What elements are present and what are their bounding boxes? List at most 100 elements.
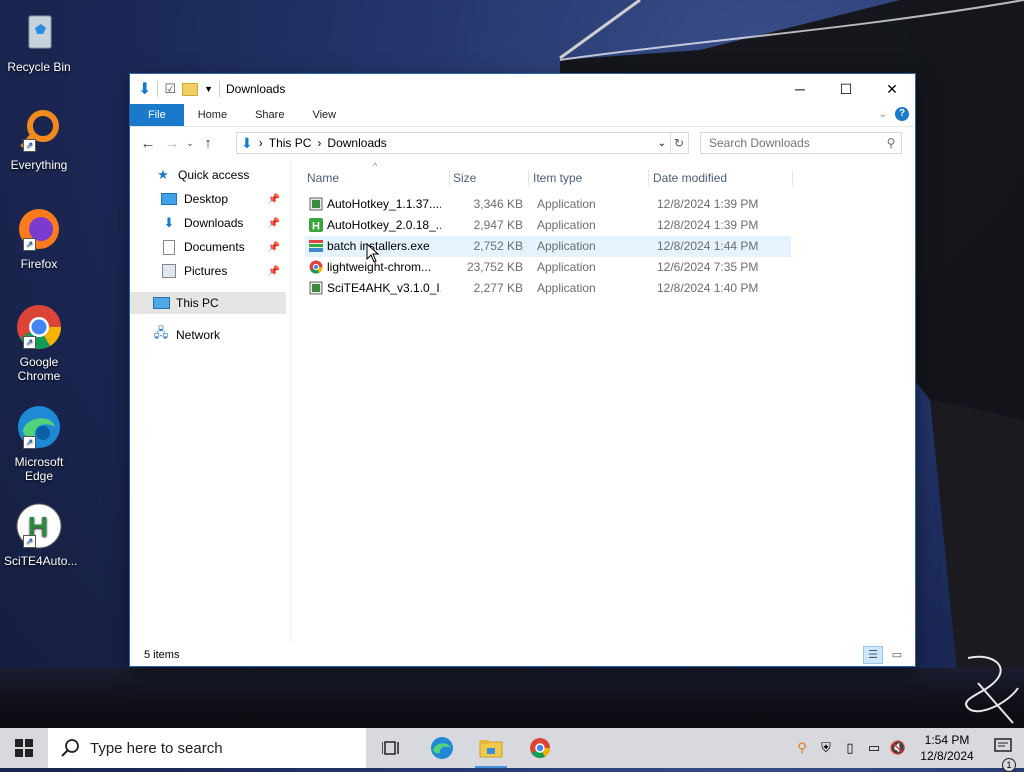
customize-qa-dropdown-icon[interactable]: ▼	[204, 84, 213, 94]
start-button[interactable]	[0, 728, 48, 768]
file-type: Application	[537, 239, 596, 253]
taskbar-chrome-button[interactable]	[516, 728, 564, 768]
file-row[interactable]: AutoHotkey_1.1.37.... 3,346 KB Applicati…	[305, 194, 791, 215]
scite-icon	[309, 281, 323, 295]
nav-downloads[interactable]: ⬇ Downloads 📌	[160, 212, 286, 234]
task-view-icon	[382, 741, 399, 755]
nav-label: Desktop	[184, 192, 229, 206]
task-view-button[interactable]	[368, 728, 416, 768]
pin-icon[interactable]: 📌	[268, 218, 280, 229]
address-bar[interactable]: ⬇ › This PC › Downloads ⌄	[236, 132, 671, 154]
shortcut-arrow-icon: ↗	[23, 436, 36, 449]
column-header-date-modified[interactable]: Date modified	[653, 168, 793, 188]
notification-count-badge: 1	[1002, 757, 1016, 772]
file-explorer-icon	[479, 740, 503, 758]
expand-ribbon-chevron-icon[interactable]: ⌄	[879, 109, 887, 120]
search-input[interactable]	[701, 135, 881, 151]
desktop-icon-label: Google Chrome	[17, 355, 61, 383]
window-title: Downloads	[225, 82, 286, 96]
file-size: 2,752 KB	[473, 239, 523, 253]
downloads-arrow-icon: ⬇	[241, 134, 253, 151]
column-header-size[interactable]: Size	[453, 168, 529, 188]
tab-file[interactable]: File	[130, 104, 184, 126]
file-type: Application	[537, 281, 596, 295]
breadcrumb-separator-icon[interactable]: ›	[259, 136, 263, 150]
title-bar[interactable]: ⬇ ☑ ▼ Downloads ─ ☐ ✕	[130, 74, 915, 104]
desktop-icon-scite4autohotkey[interactable]: H ↗ SciTE4Auto...	[4, 502, 77, 568]
network-monitor-icon[interactable]: ▭	[862, 740, 886, 756]
file-size: 2,277 KB	[473, 281, 523, 295]
back-button[interactable]: ←	[136, 135, 160, 152]
breadcrumb-downloads[interactable]: Downloads	[327, 136, 386, 150]
windows-logo-icon	[15, 739, 33, 757]
new-folder-icon[interactable]	[182, 82, 199, 96]
taskbar-edge-button[interactable]	[418, 728, 466, 768]
pin-icon[interactable]: 📌	[268, 266, 280, 277]
address-dropdown-icon[interactable]: ⌄	[658, 138, 666, 149]
nav-pictures[interactable]: Pictures 📌	[160, 260, 286, 282]
chrome-icon	[309, 260, 323, 274]
tab-view[interactable]: View	[298, 104, 350, 126]
file-date: 12/8/2024 1:39 PM	[657, 218, 759, 232]
desktop-folder-icon	[160, 191, 178, 207]
address-row: ← → ⌄ ↑ ⬇ › This PC › Downloads ⌄ ↻ ⚲	[130, 127, 915, 159]
file-row[interactable]: SciTE4AHK_v3.1.0_I... 2,277 KB Applicati…	[305, 278, 791, 299]
breadcrumb-this-pc[interactable]: This PC	[269, 136, 312, 150]
close-button[interactable]: ✕	[869, 74, 915, 104]
column-header-name[interactable]: ^ Name	[305, 161, 450, 188]
desktop-icon-everything[interactable]: ↗ Everything	[4, 106, 74, 172]
refresh-button[interactable]: ↻	[670, 132, 689, 154]
nav-quick-access[interactable]: ★ Quick access	[154, 164, 310, 186]
ribbon-tabs: File Home Share View ⌄ ?	[130, 104, 915, 127]
file-explorer-window: ⬇ ☑ ▼ Downloads ─ ☐ ✕ File Home Share Vi…	[130, 74, 915, 666]
nav-label: Documents	[184, 240, 245, 254]
security-shield-icon[interactable]: ⛨	[814, 740, 838, 756]
file-row[interactable]: H AutoHotkey_2.0.18_... 2,947 KB Applica…	[305, 215, 791, 236]
desktop-icon-label: Microsoft Edge	[14, 455, 64, 483]
nav-this-pc[interactable]: This PC	[130, 292, 286, 314]
details-view-button[interactable]: ☰	[863, 646, 883, 664]
minimize-button[interactable]: ─	[777, 74, 823, 104]
clock[interactable]: 1:54 PM 12/8/2024	[910, 732, 984, 764]
taskbar-file-explorer-button[interactable]	[467, 728, 515, 768]
ahk-icon	[309, 197, 323, 211]
network-icon: 🖧	[153, 325, 169, 340]
edge-icon	[431, 737, 453, 759]
tab-home[interactable]: Home	[184, 104, 241, 126]
pin-icon[interactable]: 📌	[268, 194, 280, 205]
chrome-icon	[530, 738, 551, 758]
chrome-icon: ↗	[15, 303, 63, 351]
usb-device-icon[interactable]: ▯	[838, 740, 862, 756]
desktop-icon-microsoft-edge[interactable]: ↗ Microsoft Edge	[4, 403, 74, 483]
file-date: 12/6/2024 7:35 PM	[657, 260, 759, 274]
properties-checkbox-icon[interactable]: ☑	[164, 81, 176, 97]
pin-icon[interactable]: 📌	[268, 242, 280, 253]
large-icons-view-button[interactable]: ▭	[887, 646, 907, 664]
nav-documents[interactable]: Documents 📌	[160, 236, 286, 258]
everything-tray-icon[interactable]: ⚲	[790, 740, 814, 756]
desktop-icon-firefox[interactable]: ↗ Firefox	[4, 205, 74, 271]
taskbar-search-box[interactable]: Type here to search	[48, 728, 366, 768]
nav-network[interactable]: 🖧 Network	[152, 324, 308, 346]
volume-muted-icon[interactable]: 🔇	[886, 740, 910, 756]
breadcrumb-separator-icon[interactable]: ›	[317, 136, 321, 150]
desktop-icon-recycle-bin[interactable]: Recycle Bin	[4, 8, 74, 74]
column-header-item-type[interactable]: Item type	[533, 168, 649, 188]
desktop-icon-google-chrome[interactable]: ↗ Google Chrome	[4, 303, 74, 383]
action-center-button[interactable]: 1	[984, 737, 1024, 772]
nav-label: Network	[176, 328, 221, 342]
notification-icon	[994, 737, 1012, 752]
search-icon	[61, 739, 79, 757]
forward-button[interactable]: →	[160, 135, 184, 152]
computer-icon	[152, 295, 170, 311]
help-icon[interactable]: ?	[895, 107, 909, 121]
desktop-icon-label: Recycle Bin	[7, 60, 71, 74]
up-button[interactable]: ↑	[196, 135, 220, 152]
file-date: 12/8/2024 1:40 PM	[657, 281, 759, 295]
tab-share[interactable]: Share	[241, 104, 298, 126]
maximize-button[interactable]: ☐	[823, 74, 869, 104]
file-size: 3,346 KB	[473, 197, 523, 211]
search-box[interactable]: ⚲	[700, 132, 902, 154]
nav-desktop[interactable]: Desktop 📌	[160, 188, 286, 210]
recent-locations-dropdown-icon[interactable]: ⌄	[184, 138, 196, 149]
